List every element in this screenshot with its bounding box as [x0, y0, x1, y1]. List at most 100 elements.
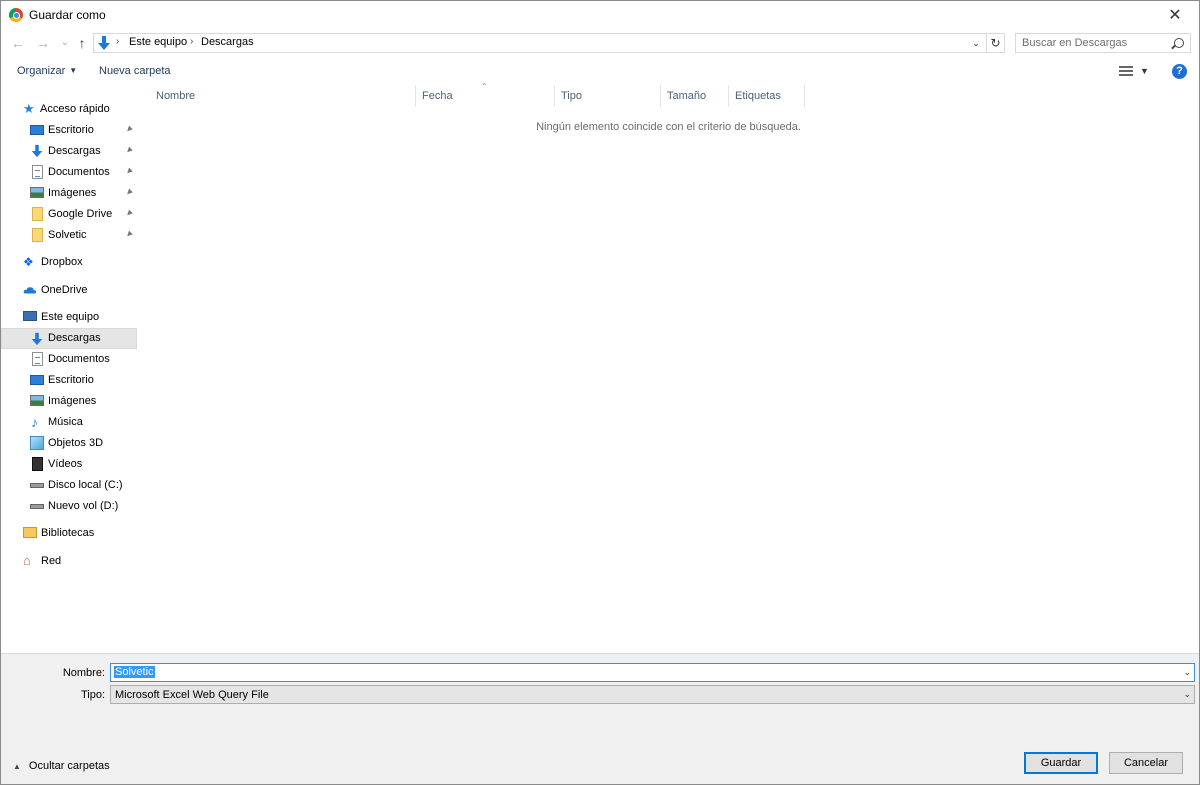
- libraries-icon: [23, 527, 37, 538]
- refresh-icon[interactable]: ↻: [986, 34, 1004, 52]
- name-label: Nombre:: [62, 667, 105, 679]
- sidebar-item-pc-documentos[interactable]: Documentos: [1, 349, 137, 370]
- search-placeholder: Buscar en Descargas: [1022, 37, 1128, 49]
- sidebar-item-videos[interactable]: Vídeos: [1, 454, 137, 475]
- folder-icon: [32, 207, 43, 221]
- star-icon: ★: [23, 101, 35, 116]
- caret-down-icon: ▼: [69, 66, 78, 75]
- pictures-icon: [30, 395, 44, 406]
- chrome-icon: [9, 8, 23, 22]
- sidebar-item-label: Objetos 3D: [48, 437, 104, 449]
- pin-icon: ▼: [122, 227, 137, 241]
- sidebar-item-pc-descargas[interactable]: Descargas: [1, 328, 137, 349]
- sidebar-item-label: Bibliotecas: [41, 527, 95, 539]
- sidebar-item-dropbox[interactable]: ❖ Dropbox: [1, 252, 137, 273]
- sidebar-item-nuevo-vol-d[interactable]: Nuevo vol (D:): [1, 496, 137, 517]
- column-header-tipo[interactable]: Tipo: [555, 85, 661, 107]
- pin-icon: ▼: [122, 164, 137, 178]
- folder-icon: [32, 228, 43, 242]
- column-header-nombre[interactable]: Nombre: [150, 85, 416, 107]
- sidebar-item-documentos[interactable]: Documentos ▼: [1, 162, 137, 183]
- cancel-button[interactable]: Cancelar: [1109, 752, 1183, 774]
- sidebar-item-label: Red: [41, 555, 62, 567]
- desktop-icon: [30, 375, 44, 385]
- sidebar-item-label: Escritorio: [48, 374, 94, 386]
- sidebar-item-imagenes[interactable]: Imágenes ▼: [1, 183, 137, 204]
- sidebar-item-quick-access[interactable]: ★ Acceso rápido: [1, 99, 137, 120]
- sidebar-item-label: Descargas: [48, 145, 101, 157]
- new-folder-button[interactable]: Nueva carpeta: [99, 65, 171, 77]
- hide-folders-toggle[interactable]: ▲ Ocultar carpetas: [13, 760, 110, 772]
- chevron-down-icon: ⌄: [1183, 689, 1191, 699]
- sidebar-item-label: Vídeos: [48, 458, 83, 470]
- pin-icon: ▼: [122, 206, 137, 220]
- sidebar-item-bibliotecas[interactable]: Bibliotecas: [1, 523, 137, 544]
- sidebar-item-label: Google Drive: [48, 208, 113, 220]
- title-bar: Guardar como ✕: [1, 1, 1199, 29]
- sidebar-item-onedrive[interactable]: OneDrive: [1, 280, 137, 301]
- sidebar-item-solvetic[interactable]: Solvetic ▼: [1, 225, 137, 246]
- 3d-objects-icon: [30, 436, 44, 450]
- downloads-icon: [31, 144, 43, 158]
- sort-caret-icon: ⌃: [481, 82, 488, 91]
- breadcrumb-this-pc[interactable]: Este equipo: [129, 36, 187, 48]
- view-options-icon[interactable]: [1119, 66, 1133, 76]
- sidebar-item-descargas[interactable]: Descargas ▼: [1, 141, 137, 162]
- sidebar-item-label: Música: [48, 416, 83, 428]
- address-bar[interactable]: › Este equipo › Descargas ⌄ ↻: [93, 33, 1005, 53]
- navigation-pane: ★ Acceso rápido Escritorio ▼ Descargas ▼…: [1, 85, 138, 651]
- column-header-tamano[interactable]: Tamaño: [661, 85, 729, 107]
- sidebar-item-label: Nuevo vol (D:): [48, 500, 119, 512]
- sidebar-item-label: Acceso rápido: [40, 103, 110, 115]
- sidebar-item-disco-local-c[interactable]: Disco local (C:): [1, 475, 137, 496]
- help-icon[interactable]: ?: [1172, 64, 1187, 79]
- sidebar-item-label: Imágenes: [48, 187, 97, 199]
- sidebar-item-objetos-3d[interactable]: Objetos 3D: [1, 433, 137, 454]
- breadcrumb-downloads[interactable]: Descargas: [201, 36, 254, 48]
- up-arrow-icon[interactable]: ↑: [73, 34, 91, 52]
- music-icon: ♪: [31, 414, 38, 430]
- chevron-down-icon[interactable]: ⌄: [1183, 667, 1191, 678]
- search-icon: [1174, 38, 1184, 48]
- sidebar-item-label: Documentos: [48, 353, 110, 365]
- sidebar-item-label: Escritorio: [48, 124, 94, 136]
- sidebar-item-google-drive[interactable]: Google Drive ▼: [1, 204, 137, 225]
- address-dropdown-icon[interactable]: ⌄: [968, 34, 984, 52]
- video-icon: [32, 457, 43, 471]
- file-type-value: Microsoft Excel Web Query File: [115, 689, 269, 701]
- recent-locations-icon[interactable]: ⌄: [56, 34, 74, 52]
- sidebar-item-label: Imágenes: [48, 395, 97, 407]
- save-button[interactable]: Guardar: [1024, 752, 1098, 774]
- forward-arrow-icon[interactable]: →: [34, 34, 52, 52]
- document-icon: [32, 165, 43, 179]
- sidebar-item-label: OneDrive: [41, 284, 88, 296]
- hard-drive-icon: [30, 504, 44, 509]
- file-type-select[interactable]: Microsoft Excel Web Query File ⌄: [110, 685, 1195, 704]
- close-button[interactable]: ✕: [1155, 1, 1195, 29]
- type-label: Tipo:: [80, 689, 105, 701]
- empty-state-message: Ningún elemento coincide con el criterio…: [536, 121, 801, 133]
- view-caret-icon[interactable]: ▼: [1140, 66, 1149, 76]
- sidebar-item-pc-escritorio[interactable]: Escritorio: [1, 370, 137, 391]
- sidebar-item-label: Dropbox: [41, 256, 83, 268]
- sidebar-item-pc-imagenes[interactable]: Imágenes: [1, 391, 137, 412]
- file-list[interactable]: Nombre Fecha ⌃ Tipo Tamaño Etiquetas Nin…: [138, 82, 1199, 651]
- document-icon: [32, 352, 43, 366]
- pin-icon: ▼: [122, 122, 137, 136]
- hard-drive-icon: [30, 483, 44, 488]
- sidebar-item-label: Este equipo: [41, 311, 100, 323]
- file-name-input[interactable]: Solvetic ⌄: [110, 663, 1195, 682]
- sidebar-item-red[interactable]: ⌂ Red: [1, 551, 137, 572]
- sidebar-item-escritorio[interactable]: Escritorio ▼: [1, 120, 137, 141]
- save-options-panel: Nombre: Solvetic ⌄ Tipo: Microsoft Excel…: [1, 653, 1199, 784]
- organize-button[interactable]: Organizar ▼: [17, 65, 77, 77]
- sidebar-item-this-pc[interactable]: Este equipo: [1, 307, 137, 328]
- column-header-etiquetas[interactable]: Etiquetas: [729, 85, 805, 107]
- sidebar-item-musica[interactable]: ♪ Música: [1, 412, 137, 433]
- sidebar-item-label: Solvetic: [48, 229, 87, 241]
- back-arrow-icon[interactable]: ←: [9, 34, 27, 52]
- dropbox-icon: ❖: [23, 255, 34, 269]
- window-title: Guardar como: [29, 8, 106, 22]
- pin-icon: ▼: [122, 185, 137, 199]
- search-input[interactable]: Buscar en Descargas: [1015, 33, 1191, 53]
